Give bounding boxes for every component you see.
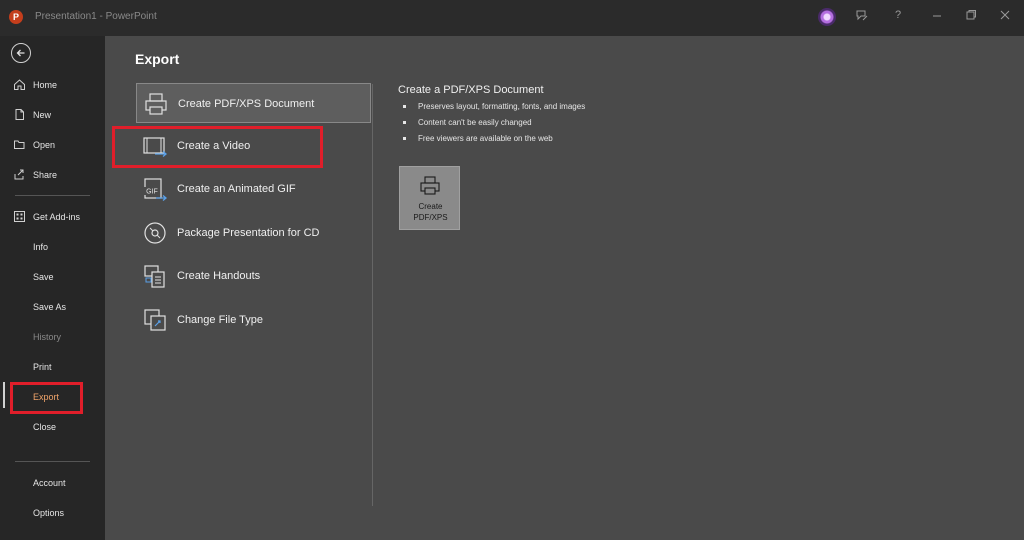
export-option-label: Create Handouts (177, 270, 261, 282)
handouts-icon (142, 263, 168, 289)
sidebar-item-new[interactable]: New (0, 102, 105, 128)
sidebar-item-label: Print (33, 362, 52, 372)
powerpoint-logo-icon: P (9, 10, 23, 24)
button-label-line: PDF/XPS (413, 213, 448, 222)
sidebar-item-label: Options (33, 508, 65, 518)
sidebar-item-label: New (33, 110, 52, 120)
addins-icon (12, 204, 26, 233)
active-nav-indicator (3, 382, 5, 408)
pen-icon[interactable] (855, 9, 869, 26)
page-title: Export (135, 51, 180, 67)
export-option-label: Create PDF/XPS Document (178, 98, 315, 110)
avatar[interactable] (818, 8, 836, 26)
export-option-label: Change File Type (177, 314, 264, 326)
cd-icon (142, 220, 168, 246)
back-arrow-icon[interactable] (11, 43, 31, 63)
sidebar-divider (15, 461, 90, 462)
export-option-handouts[interactable]: Create Handouts (136, 256, 371, 296)
sidebar-item-label: Account (33, 478, 66, 488)
gif-icon: GIF (142, 176, 168, 202)
sidebar-item-save-as[interactable]: Save As (0, 294, 105, 320)
new-document-icon (12, 102, 26, 131)
button-label-line: Create (418, 202, 443, 211)
sidebar-item-share[interactable]: Share (0, 162, 105, 188)
list-item: Free viewers are available on the web (403, 131, 585, 147)
export-option-label: Package Presentation for CD (177, 227, 320, 239)
home-icon (12, 72, 26, 101)
sidebar-item-label: Info (33, 242, 49, 252)
sidebar-item-open[interactable]: Open (0, 132, 105, 158)
printer-icon (419, 175, 441, 202)
minimize-icon[interactable] (931, 9, 943, 24)
sidebar-item-label: Share (33, 170, 58, 180)
highlight-box-create-video (112, 126, 323, 168)
export-option-animated-gif[interactable]: GIF Create an Animated GIF (136, 169, 371, 209)
export-option-change-file-type[interactable]: Change File Type (136, 300, 371, 340)
highlight-box-export (10, 382, 83, 414)
share-icon (12, 162, 26, 191)
sidebar-item-info[interactable]: Info (0, 234, 105, 260)
sidebar-item-history[interactable]: History (0, 324, 105, 350)
gif-icon-text: GIF (146, 189, 158, 196)
sidebar-item-get-add-ins[interactable]: Get Add-ins (0, 204, 105, 230)
export-option-pdf-xps[interactable]: Create PDF/XPS Document (136, 83, 371, 123)
title-bar: P Presentation1 - PowerPoint ? (0, 0, 1024, 36)
sidebar-item-account[interactable]: Account (0, 470, 105, 496)
sidebar-item-home[interactable]: Home (0, 72, 105, 98)
create-pdf-xps-button-label: Create PDF/XPS (400, 201, 461, 223)
help-icon[interactable]: ? (895, 9, 901, 21)
printer-icon (143, 91, 169, 117)
sidebar-item-label: Open (33, 140, 56, 150)
export-option-package-cd[interactable]: Package Presentation for CD (136, 213, 371, 253)
backstage-sidebar: Home New Open Share Get Add-ins Info Sav… (0, 36, 105, 540)
sidebar-item-label: Save (33, 272, 54, 282)
sidebar-item-label: Home (33, 80, 58, 90)
list-item: Content can't be easily changed (403, 115, 585, 131)
close-icon[interactable] (999, 9, 1011, 24)
sidebar-divider (15, 195, 90, 196)
sidebar-item-print[interactable]: Print (0, 354, 105, 380)
window-title: Presentation1 - PowerPoint (35, 11, 157, 22)
create-pdf-xps-button[interactable]: Create PDF/XPS (399, 166, 460, 230)
sidebar-item-label: History (33, 332, 62, 342)
list-item: Preserves layout, formatting, fonts, and… (403, 99, 585, 115)
sidebar-item-label: Close (33, 422, 57, 432)
detail-title: Create a PDF/XPS Document (398, 84, 544, 96)
detail-bullet-list: Preserves layout, formatting, fonts, and… (403, 99, 585, 147)
export-option-label: Create an Animated GIF (177, 183, 296, 195)
restore-icon[interactable] (965, 9, 977, 24)
sidebar-item-label: Save As (33, 302, 67, 312)
file-type-icon (142, 307, 168, 333)
sidebar-item-label: Get Add-ins (33, 212, 81, 222)
panel-divider (372, 84, 373, 506)
folder-icon (12, 132, 26, 161)
sidebar-item-options[interactable]: Options (0, 500, 105, 526)
sidebar-item-close[interactable]: Close (0, 414, 105, 440)
sidebar-item-save[interactable]: Save (0, 264, 105, 290)
